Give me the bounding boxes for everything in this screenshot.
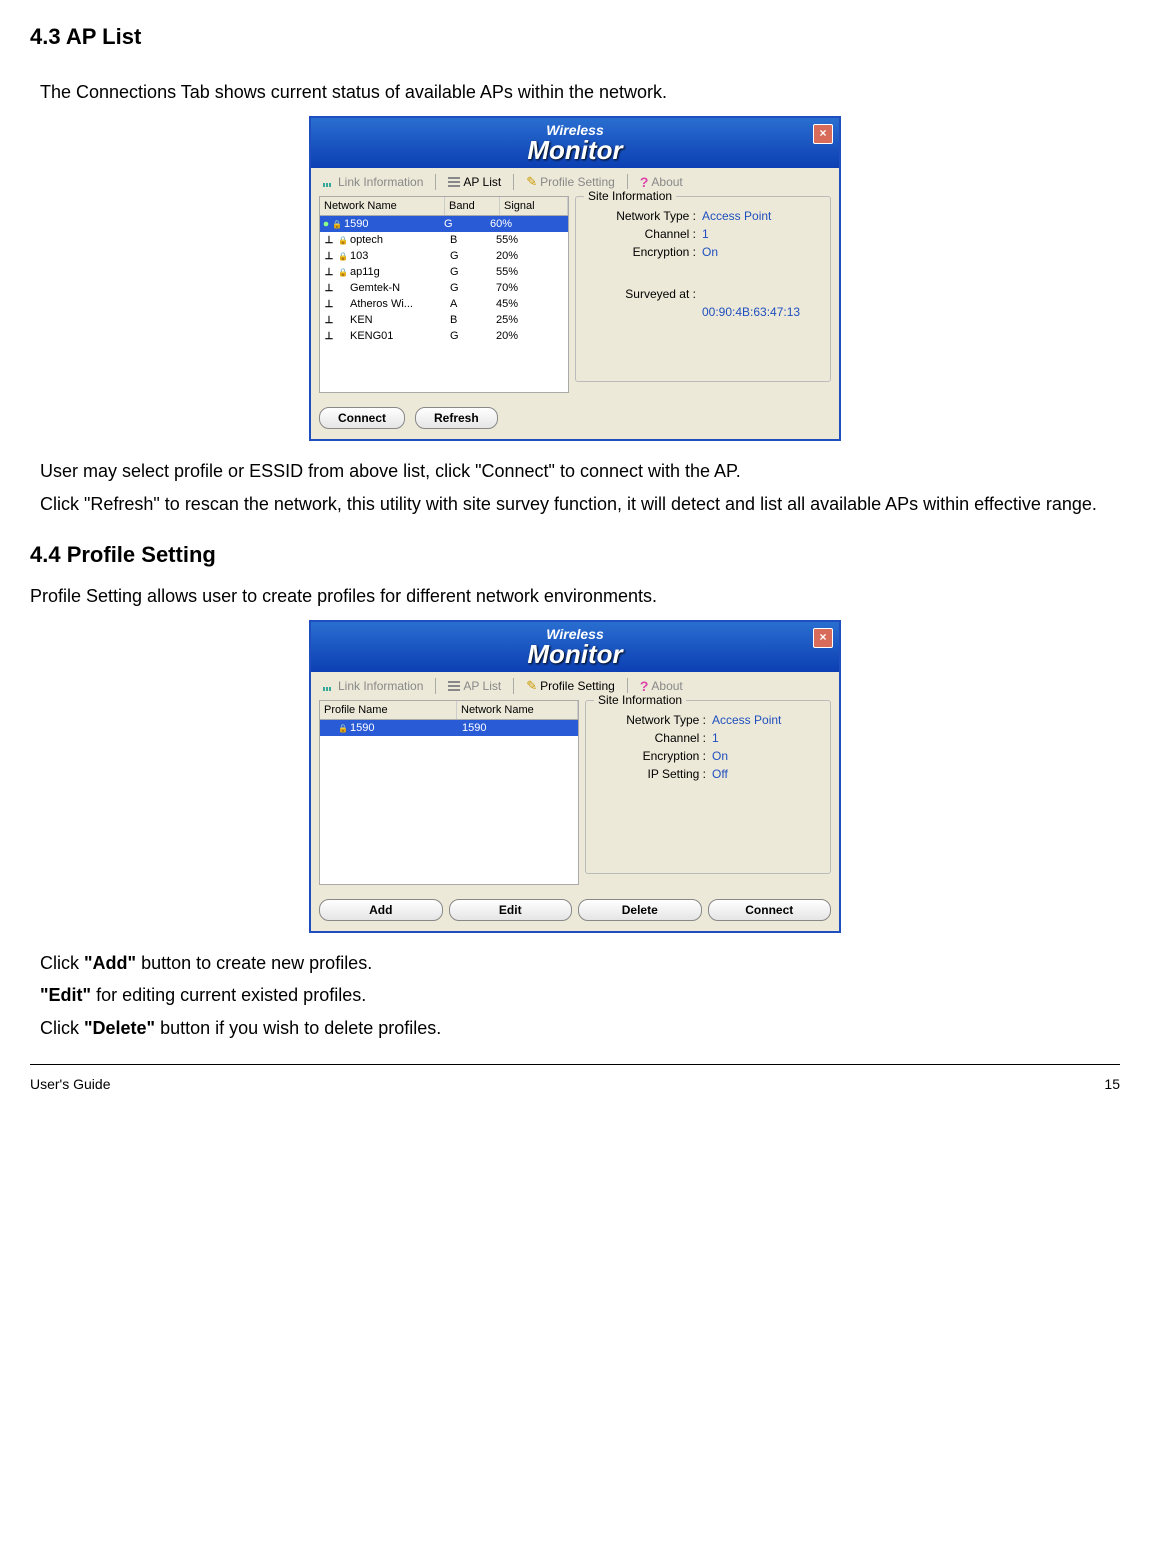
intro-4-4: Profile Setting allows user to create pr… [30,584,1120,608]
signal-icon [323,681,335,691]
footer-guide: User's Guide [30,1076,110,1092]
delete-button[interactable]: Delete [578,899,702,921]
add-button[interactable]: Add [319,899,443,921]
ap-row[interactable]: Gemtek-NG70% [320,280,568,296]
titlebar: Wireless Monitor × [311,622,839,672]
lock-icon [330,220,344,229]
tab-link-information[interactable]: Link Information [317,173,429,191]
antenna-icon [322,331,336,342]
signal-icon [322,220,330,228]
close-icon[interactable]: × [813,124,833,144]
site-information: Site Information Network Type :Access Po… [585,700,831,874]
page-number: 15 [1104,1076,1120,1092]
site-information: Site Information Network Type :Access Po… [575,196,831,382]
antenna-icon [322,315,336,326]
footer-rule [30,1064,1120,1065]
ap-row[interactable]: 103G20% [320,248,568,264]
signal-icon [323,177,335,187]
edit-button[interactable]: Edit [449,899,573,921]
ap-row[interactable]: Atheros Wi...A45% [320,296,568,312]
tabs: Link Information AP List Profile Setting… [311,168,839,192]
heading-4-4: 4.4 Profile Setting [30,542,1120,568]
list-icon [448,681,460,691]
ap-row[interactable]: optechB55% [320,232,568,248]
lock-icon [336,724,350,733]
pencil-icon [526,174,537,190]
ap-list-header: Network Name Band Signal [319,196,569,216]
app-logo: Wireless Monitor [527,627,622,667]
pencil-icon [526,678,537,694]
antenna-icon [322,251,336,262]
titlebar: Wireless Monitor × [311,118,839,168]
ap-row[interactable]: KENG01G20% [320,328,568,344]
question-icon [640,678,649,694]
close-icon[interactable]: × [813,628,833,648]
ap-list-body[interactable]: 1590G60% optechB55% 103G20% ap11gG55% Ge… [319,216,569,393]
wireless-monitor-profile-window: Wireless Monitor × Link Information AP L… [309,620,841,933]
tab-link-information[interactable]: Link Information [317,677,429,695]
text-delete: Click "Delete" button if you wish to del… [40,1016,1120,1040]
profile-row[interactable]: 15901590 [320,720,578,736]
antenna-icon [322,267,336,278]
antenna-icon [322,235,336,246]
ap-row[interactable]: ap11gG55% [320,264,568,280]
connect-button[interactable]: Connect [708,899,832,921]
tab-ap-list[interactable]: AP List [442,677,507,695]
text-edit: "Edit" for editing current existed profi… [40,983,1120,1007]
connect-button[interactable]: Connect [319,407,405,429]
lock-icon [336,236,350,245]
refresh-button[interactable]: Refresh [415,407,498,429]
app-logo: Wireless Monitor [527,123,622,163]
profile-list-body[interactable]: 15901590 [319,720,579,885]
ap-row[interactable]: KENB25% [320,312,568,328]
footer: User's Guide 15 [30,1074,1120,1092]
wireless-monitor-aplist-window: Wireless Monitor × Link Information AP L… [309,116,841,441]
profile-list-header: Profile Name Network Name [319,700,579,720]
question-icon [640,174,649,190]
heading-4-3: 4.3 AP List [30,24,1120,50]
tabs: Link Information AP List Profile Setting… [311,672,839,696]
antenna-icon [322,299,336,310]
text-refresh: Click "Refresh" to rescan the network, t… [40,492,1120,516]
text-add: Click "Add" button to create new profile… [40,951,1120,975]
ap-row[interactable]: 1590G60% [320,216,568,232]
list-icon [448,177,460,187]
lock-icon [336,268,350,277]
tab-ap-list[interactable]: AP List [442,173,507,191]
intro-4-3: The Connections Tab shows current status… [40,80,1120,104]
lock-icon [336,252,350,261]
antenna-icon [322,283,336,294]
text-select-profile: User may select profile or ESSID from ab… [40,459,1120,483]
